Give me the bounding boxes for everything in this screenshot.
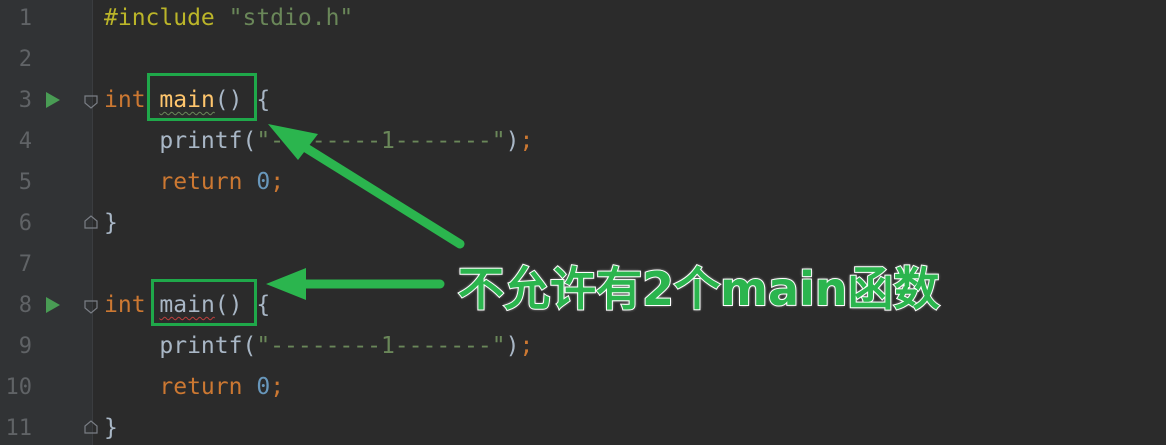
annotation-arrows bbox=[266, 124, 465, 300]
code-editor[interactable]: 1 #include "stdio.h" 2 3 int main() {4 print… bbox=[0, 0, 1166, 445]
arrow-icon bbox=[285, 133, 465, 249]
arrowhead-icon bbox=[266, 268, 306, 300]
annotation-label: 不允许有2个main函数 bbox=[457, 261, 940, 317]
